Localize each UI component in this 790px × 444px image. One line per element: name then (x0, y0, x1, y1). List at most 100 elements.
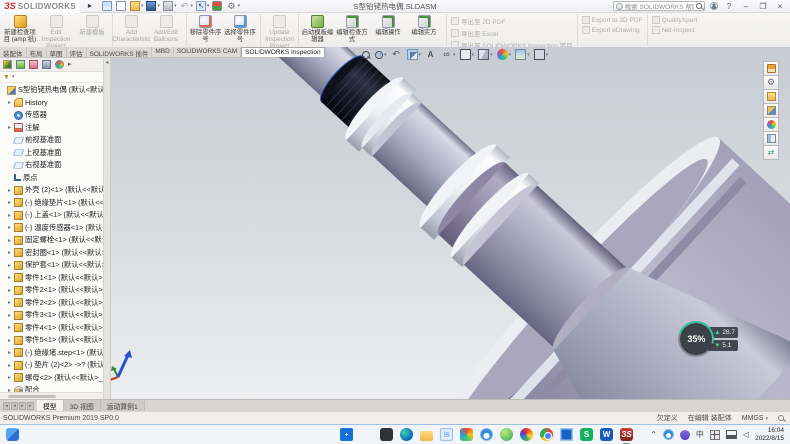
display-style-icon[interactable]: ▾ (460, 49, 475, 60)
dynamic-annotation-icon[interactable]: A (425, 49, 437, 60)
new-template-button[interactable]: 新建模板 (74, 14, 110, 46)
ime-mode-icon[interactable] (710, 430, 720, 440)
minimize-button[interactable]: – (740, 2, 752, 11)
green-browser-icon[interactable] (500, 428, 513, 441)
zoom-to-area-icon[interactable]: ▾ (375, 51, 387, 59)
mail-icon[interactable]: ✉ (440, 428, 453, 441)
qualityxpert-item[interactable]: QualityXpert (652, 16, 698, 24)
view-settings-icon[interactable]: ▾ (534, 49, 549, 60)
remove-balloons-button[interactable]: 移除零件序号 (186, 14, 222, 46)
edit-appearance-icon[interactable]: ▾ (497, 49, 512, 60)
rebuild-icon[interactable] (212, 1, 223, 11)
photos-icon[interactable] (460, 428, 473, 441)
tree-item[interactable]: ▸ 零件2<1> (默认<<默认>_显示状态 (0, 284, 103, 297)
login-user-icon[interactable] (710, 2, 718, 10)
tree-root-assembly[interactable]: S型铂铑热电偶 (默认<默认_显示状态-1 (0, 84, 103, 97)
network-icon[interactable] (726, 430, 737, 439)
tree-item[interactable]: ▸ (-) 绝缘堵.step<1> (默认<<默认> (0, 347, 103, 360)
zoom-to-fit-icon[interactable] (362, 51, 371, 59)
volume-icon[interactable]: ◁ (743, 428, 749, 441)
apply-scene-icon[interactable]: ▾ (515, 49, 530, 60)
help-search-input[interactable]: 搜索 SOLIDWORKS 帮助 (613, 1, 705, 11)
tree-item[interactable]: ▸ 外壳 (2)<1> (默认<<默认>_显示状 (0, 184, 103, 197)
sw-resources-icon[interactable] (763, 61, 779, 76)
custom-properties-icon[interactable] (763, 131, 779, 146)
panel-splitter[interactable]: ◂ (104, 58, 111, 399)
onedrive-icon[interactable] (663, 429, 674, 440)
edit-specs-button[interactable]: 编辑实方 (406, 14, 442, 46)
update-inspection-project-button[interactable]: Update Inspection Project (260, 14, 296, 46)
3d-views-tab[interactable]: 3D 视图 (64, 400, 101, 411)
tree-item[interactable]: 前视基准面 (0, 134, 103, 147)
edge-icon[interactable] (400, 428, 413, 441)
file-explorer-icon[interactable] (420, 431, 433, 441)
appearances-scenes-icon[interactable] (763, 117, 779, 132)
tree-item[interactable]: ▸ 密封圈<1> (默认<<默认>_显示状 (0, 247, 103, 260)
task-view-icon[interactable] (380, 428, 393, 441)
add-edit-balloons-button[interactable]: Add/Edit Balloons (148, 14, 184, 46)
tree-item[interactable]: ▸ 配合 (0, 384, 103, 392)
model-tab[interactable]: 模型 (37, 400, 64, 411)
tree-item[interactable]: ▸ 注解 (0, 122, 103, 135)
export-3d-pdf-item[interactable]: Export to 3D PDF (582, 16, 643, 24)
select-cursor-icon[interactable]: ↖ ▾ (196, 1, 210, 11)
tree-item[interactable]: ▸ (-) 上盖<1> (默认<<默认>_显示状 (0, 209, 103, 222)
section-view-icon[interactable]: ▾ (407, 49, 422, 60)
help-button[interactable]: ? (723, 2, 735, 11)
save-icon[interactable]: ▾ (146, 1, 160, 11)
design-library-icon[interactable]: ⚙ (763, 75, 779, 90)
open-icon[interactable]: ▾ (130, 1, 144, 11)
displaymanager-tab-icon[interactable] (55, 60, 64, 69)
view-orientation-icon[interactable]: ▾ (478, 49, 493, 60)
tree-item[interactable]: ▸ (-) 温度传感器<1> (默认<<默认>_ (0, 222, 103, 235)
configurationmanager-tab-icon[interactable] (29, 60, 38, 69)
tree-item[interactable]: 传感器 (0, 109, 103, 122)
tree-item[interactable]: ▸ (-) 垫片 (2)<2> ->? (默认<<默认> (0, 359, 103, 372)
panel-horizontal-scrollbar[interactable] (0, 392, 103, 399)
security-shield-icon[interactable] (680, 430, 690, 440)
select-balloons-button[interactable]: 选择零件序号 (222, 14, 258, 46)
tab-sw-inspection[interactable]: SOLIDWORKS Inspection (241, 47, 325, 57)
edit-inspection-project-button[interactable]: Edit Inspection Project (38, 14, 74, 46)
status-custom-icon[interactable] (778, 415, 784, 421)
units-selector[interactable]: MMGS ▾ (742, 415, 768, 422)
tab-sketch[interactable]: 草图 (47, 47, 67, 57)
tree-item[interactable]: ▸ 保护套<1> (默认<<默认>_显示状 (0, 259, 103, 272)
tree-item[interactable]: ▸ 零件5<1> (默认<<默认>_显示状态 (0, 334, 103, 347)
tree-item[interactable]: ▸ 零件2<2> (默认<<默认>_显示状态 (0, 297, 103, 310)
tab-sw-cam[interactable]: SOLIDWORKS CAM (174, 47, 241, 57)
edit-inspection-methods-button[interactable]: 编辑检查方式 (334, 14, 370, 46)
taskbar-search-icon[interactable] (360, 428, 373, 441)
add-characteristic-button[interactable]: Add Characteristic (112, 14, 148, 46)
search-icon[interactable] (696, 3, 702, 9)
sw-forum-icon[interactable]: ⇄ (763, 145, 779, 160)
export-excel-item[interactable]: 导出至 Excel (451, 28, 573, 38)
hidden-icons-chevron[interactable]: ⌃ (650, 428, 657, 441)
hide-show-items-icon[interactable]: ∞ ▾ (441, 49, 456, 60)
propertymanager-tab-icon[interactable] (16, 60, 25, 69)
export-edrawing-item[interactable]: Export eDrawing (582, 26, 643, 34)
solidworks-app-icon[interactable]: ЗS (620, 428, 633, 441)
undo-icon[interactable]: ↶ ▾ (179, 1, 193, 11)
tree-item[interactable]: ▸ 螺母<2> (默认<<默认>_显示状态 (0, 372, 103, 385)
print-icon[interactable]: ▾ (163, 1, 177, 11)
options-gear-icon[interactable]: ⚙ ▾ (226, 1, 240, 11)
close-button[interactable]: × (774, 2, 786, 11)
launch-template-editor-button[interactable]: 启动模板编辑器 (298, 14, 334, 46)
remote-desktop-icon[interactable] (560, 428, 573, 441)
motion-study-tab[interactable]: 运动算例1 (101, 400, 145, 411)
taskbar-clock[interactable]: 16:04 2022/8/15 (755, 427, 784, 443)
input-language-indicator[interactable]: 中 (696, 428, 704, 441)
chrome-icon[interactable] (540, 428, 553, 441)
word-icon[interactable]: W (600, 428, 613, 441)
flyout-arrow-icon[interactable]: ▸ (88, 1, 99, 11)
browser-icon[interactable] (520, 428, 533, 441)
tab-mbd[interactable]: MBD (152, 47, 173, 57)
tab-scroll-buttons[interactable]: ◂◂▸▸ (0, 400, 37, 411)
tab-sw-addins[interactable]: SOLIDWORKS 插件 (87, 47, 153, 57)
tree-item[interactable]: ▸ 零件3<1> (默认<<默认>_显示状态 (0, 309, 103, 322)
tree-item[interactable]: ▸ 固定螺栓<1> (默认<<默认>_显示 (0, 234, 103, 247)
start-button-icon[interactable] (340, 428, 353, 441)
file-explorer-icon[interactable] (763, 89, 779, 104)
export-2d-pdf-item[interactable]: 导出至 2D PDF (451, 16, 573, 26)
